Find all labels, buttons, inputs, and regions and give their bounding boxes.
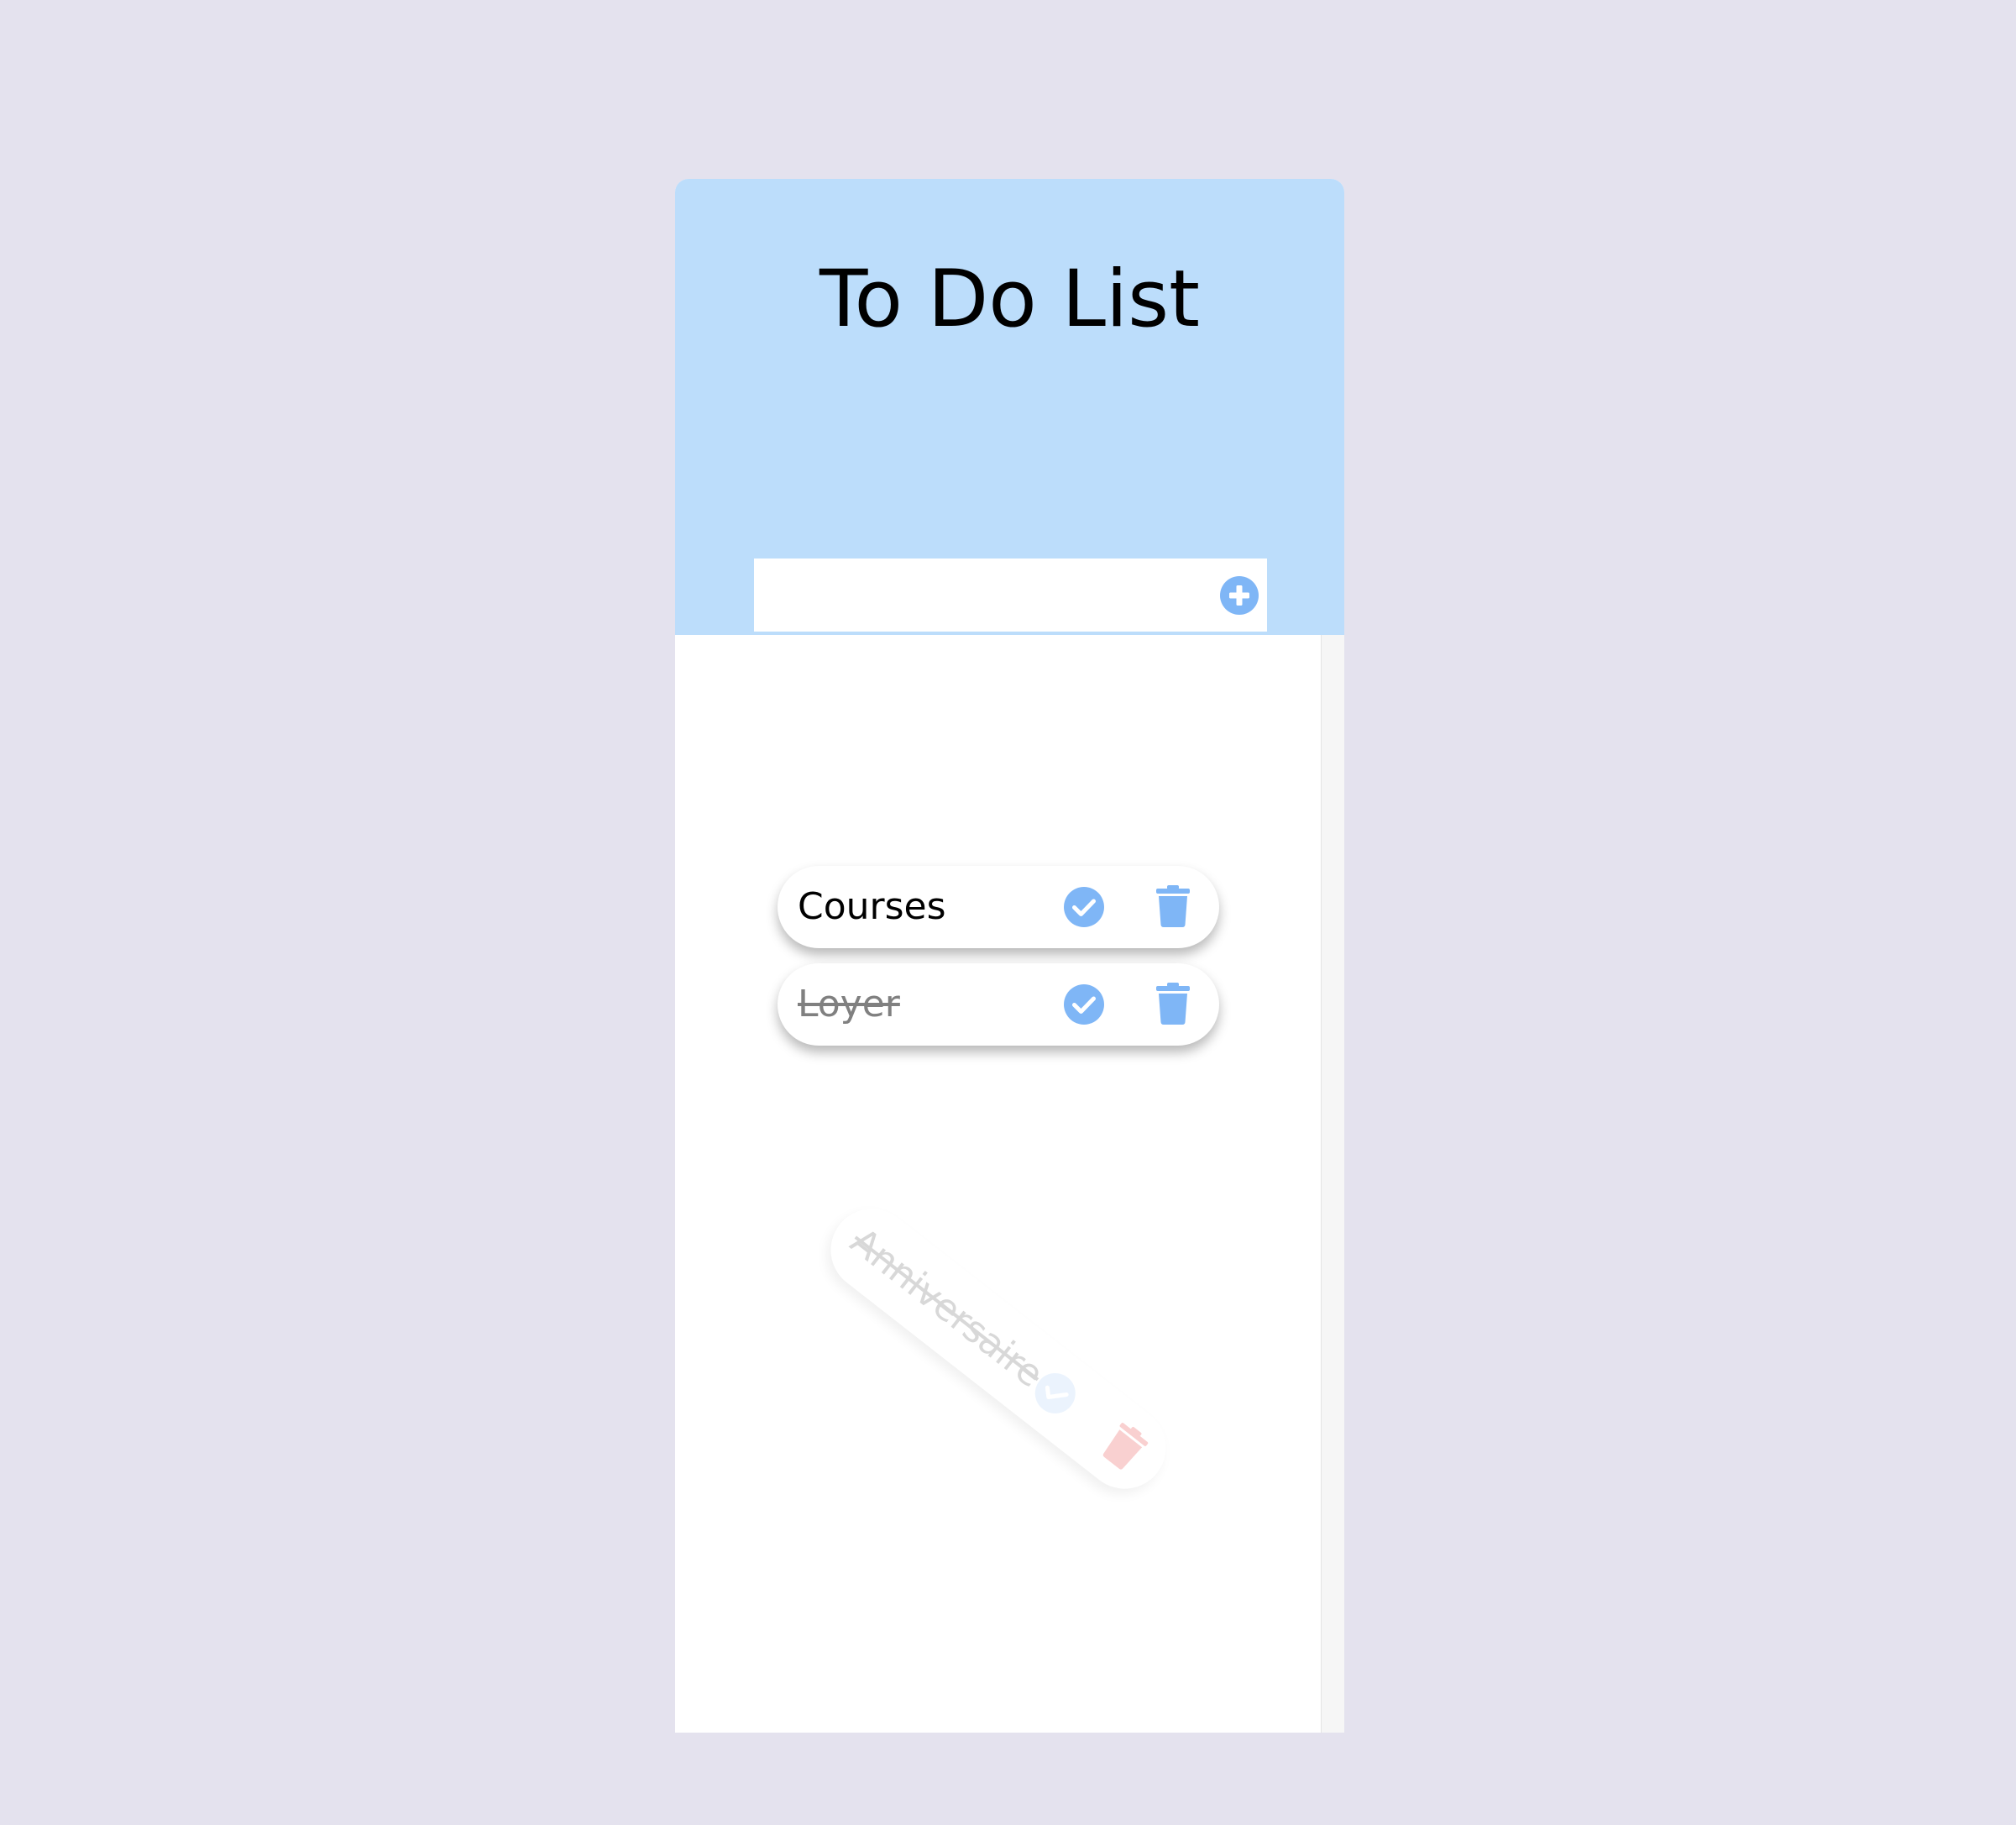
task-label: Courses xyxy=(798,885,946,928)
check-circle-icon[interactable] xyxy=(1064,984,1104,1025)
task-label: Anniversaire xyxy=(842,1219,1051,1397)
trash-icon xyxy=(1102,1423,1149,1470)
task-label: Loyer xyxy=(798,983,900,1025)
list-item: Courses xyxy=(778,866,1219,948)
task-input[interactable] xyxy=(754,559,1199,632)
plus-circle-icon[interactable] xyxy=(1220,576,1259,615)
todo-app: To Do List Courses Loyer Anniversaire xyxy=(675,179,1344,1733)
trash-icon[interactable] xyxy=(1156,983,1190,1025)
list-item: Loyer xyxy=(778,963,1219,1046)
page-title: To Do List xyxy=(819,254,1200,345)
list-item-removing: Anniversaire xyxy=(814,1192,1183,1506)
scrollbar[interactable] xyxy=(1321,635,1344,1733)
trash-icon[interactable] xyxy=(1156,885,1190,927)
task-list: Courses Loyer Anniversaire xyxy=(675,635,1344,1733)
add-task-bar xyxy=(754,559,1267,632)
check-circle-icon[interactable] xyxy=(1064,887,1104,927)
header: To Do List xyxy=(675,179,1344,635)
